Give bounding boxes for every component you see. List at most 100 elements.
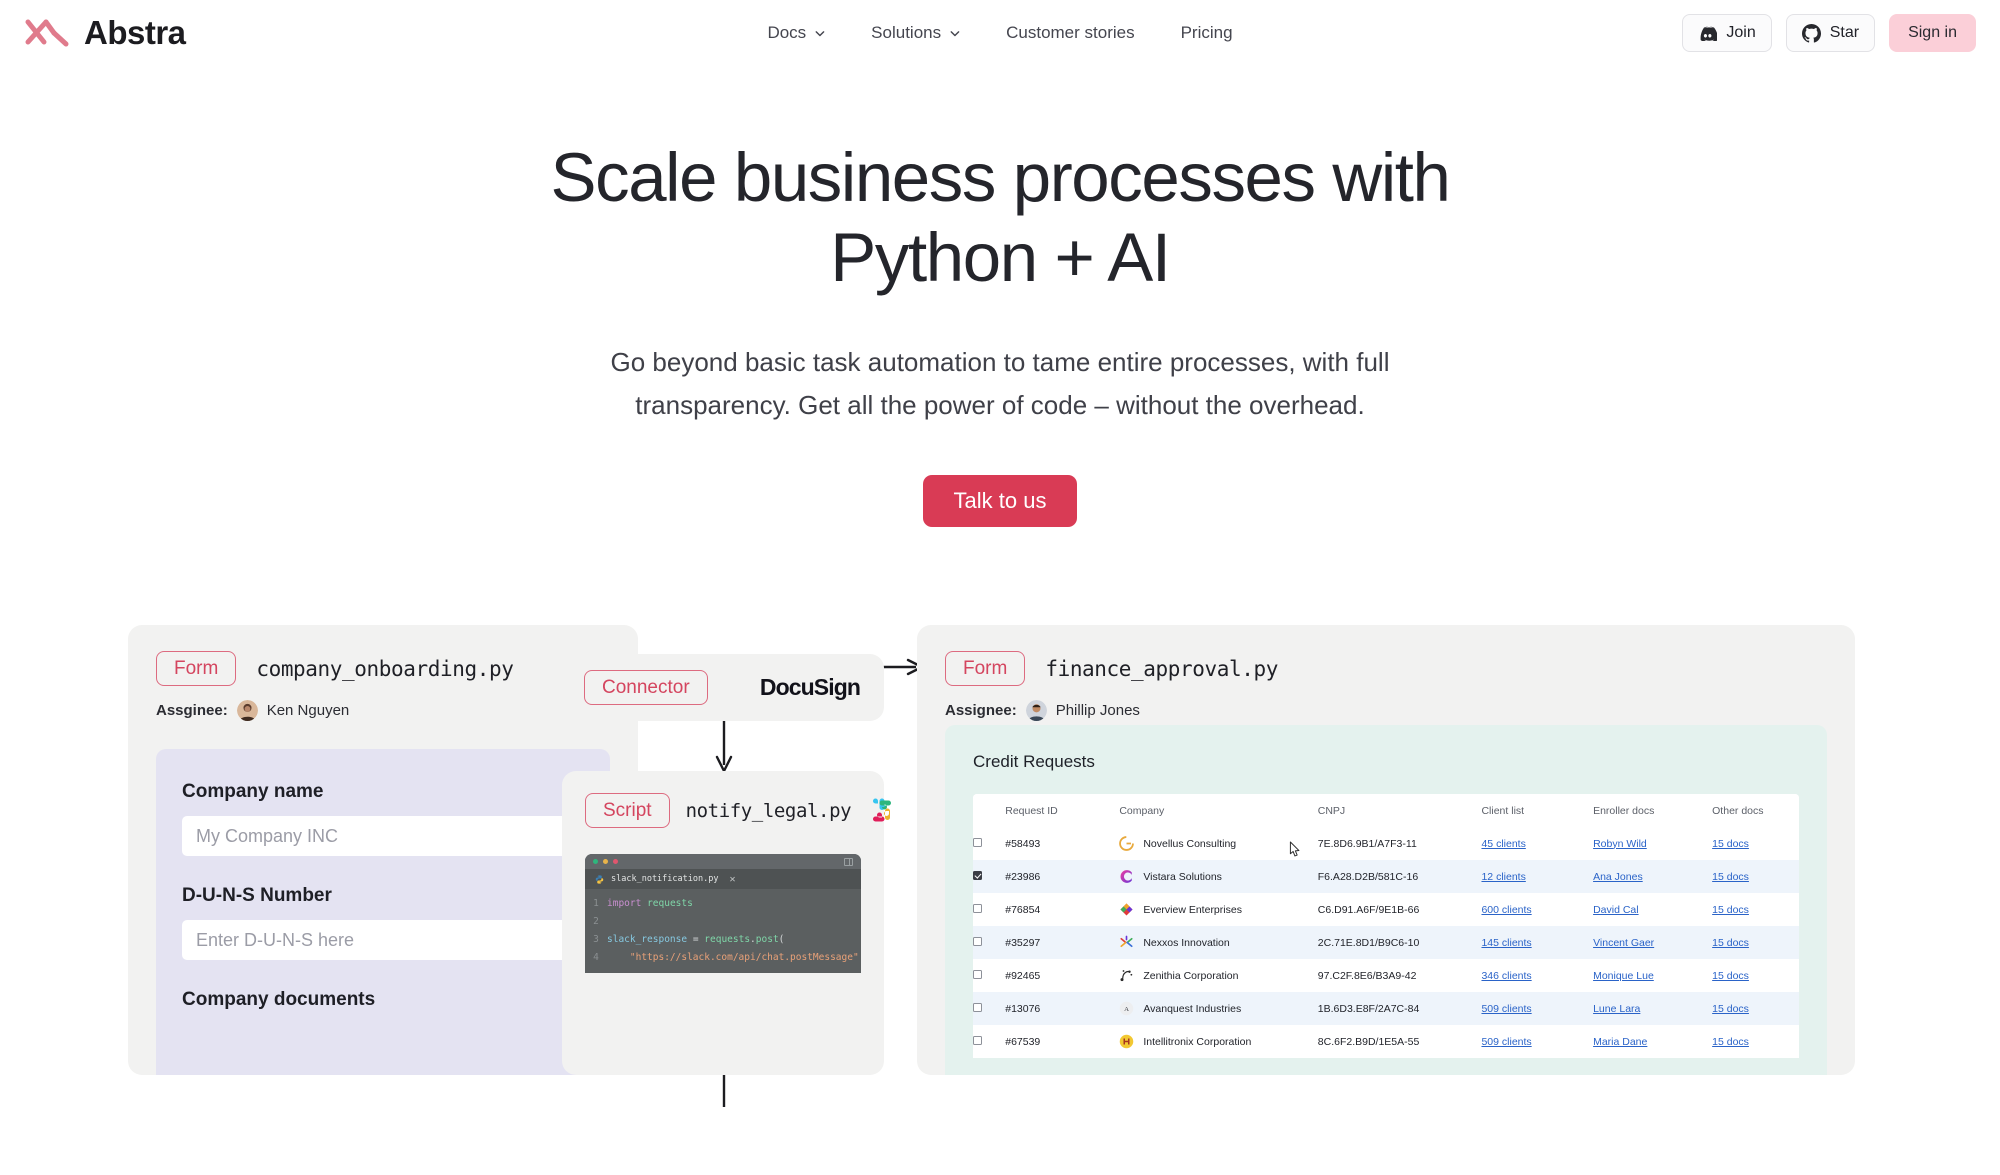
nav-link-customer-stories[interactable]: Customer stories: [1006, 23, 1134, 43]
row-checkbox[interactable]: [973, 837, 982, 847]
cell-enroller-docs[interactable]: Vincent Gaer: [1593, 926, 1713, 959]
row-select-cell[interactable]: [973, 992, 1006, 1025]
enroller-link[interactable]: Robyn Wild: [1593, 838, 1647, 850]
row-checkbox[interactable]: [973, 969, 982, 979]
row-checkbox[interactable]: [973, 936, 982, 946]
cell-enroller-docs[interactable]: David Cal: [1593, 893, 1712, 926]
cell-enroller-docs[interactable]: Robyn Wild: [1593, 827, 1712, 860]
duns-number-input[interactable]: Enter D-U-N-S here: [182, 920, 584, 960]
company-name-input[interactable]: My Company INC: [182, 816, 584, 856]
enroller-link[interactable]: Vincent Gaer: [1593, 937, 1654, 949]
card-finance-approval[interactable]: Form finance_approval.py Assignee: Phill…: [917, 625, 1855, 1075]
cell-other-docs[interactable]: 15 docs: [1712, 893, 1799, 926]
editor-title-bar: [585, 854, 861, 869]
row-checkbox[interactable]: [973, 1002, 982, 1012]
github-icon: [1801, 23, 1821, 43]
cell-request-id: #35297: [1005, 926, 1120, 959]
cell-client-list[interactable]: 346 clients: [1481, 959, 1593, 992]
row-checkbox[interactable]: [973, 1035, 982, 1045]
talk-to-us-button[interactable]: Talk to us: [922, 475, 1078, 527]
table-row[interactable]: #67539 Intellitronix Corporation 8C.6F2.B9…: [973, 1025, 1799, 1058]
column-header-client-list: Client list: [1481, 794, 1594, 827]
company-name: Zenithia Corporation: [1143, 969, 1239, 982]
enroller-link[interactable]: Maria Dane: [1593, 1036, 1647, 1048]
cell-other-docs[interactable]: 15 docs: [1712, 992, 1799, 1025]
window-dot-yellow: [603, 859, 608, 864]
table-row[interactable]: #58493 Novellus Consulting 7E.8D6.9B1/A7F3…: [973, 827, 1799, 860]
card-connector-docusign[interactable]: Connector DocuSign: [562, 654, 884, 721]
client-list-link[interactable]: 509 clients: [1481, 1036, 1531, 1048]
client-list-link[interactable]: 600 clients: [1481, 904, 1531, 916]
client-list-link[interactable]: 45 clients: [1481, 838, 1525, 850]
code-editor-preview[interactable]: slack_notification.py ✕ 1 import requests…: [585, 854, 861, 973]
other-docs-link[interactable]: 15 docs: [1712, 871, 1749, 883]
enroller-link[interactable]: Monique Lue: [1593, 970, 1654, 982]
other-docs-link[interactable]: 15 docs: [1712, 970, 1749, 982]
row-checkbox[interactable]: [973, 903, 982, 913]
row-select-cell[interactable]: [973, 893, 1005, 926]
cell-request-id: #23986: [1005, 860, 1120, 893]
other-docs-link[interactable]: 15 docs: [1712, 1036, 1749, 1048]
row-select-cell[interactable]: [973, 926, 1006, 959]
cell-enroller-docs[interactable]: Maria Dane: [1593, 1025, 1712, 1058]
editor-tab[interactable]: slack_notification.py ✕: [585, 869, 861, 889]
other-docs-link[interactable]: 15 docs: [1712, 838, 1749, 850]
card-header: Form finance_approval.py: [917, 625, 1855, 686]
table-row[interactable]: #76854 Everview Enterprises C6.D91.A6F/9E1…: [973, 893, 1799, 926]
cell-client-list[interactable]: 12 clients: [1481, 860, 1594, 893]
cell-enroller-docs[interactable]: Monique Lue: [1593, 959, 1712, 992]
table-row[interactable]: #92465 Zenithia Corporation 97.C2F.8E6/B3A…: [973, 959, 1799, 992]
close-icon[interactable]: ✕: [729, 874, 735, 885]
sign-in-button[interactable]: Sign in: [1889, 14, 1976, 52]
split-pane-icon[interactable]: [844, 857, 853, 866]
table-row[interactable]: #23986 Vistara Solutions F6.A28.D2B/581C-1…: [973, 860, 1799, 893]
nav-link-docs[interactable]: Docs: [767, 23, 825, 43]
table-row[interactable]: #35297 Nexxos Innovation 2C.71E.8D1/B9C6-1…: [973, 926, 1799, 959]
cell-other-docs[interactable]: 15 docs: [1712, 827, 1799, 860]
row-select-cell[interactable]: [973, 827, 1005, 860]
cell-other-docs[interactable]: 15 docs: [1712, 1025, 1799, 1058]
cell-company: A Avanquest Industries: [1119, 992, 1318, 1025]
table-row[interactable]: #13076 A Avanquest Industries 1B.6D3.E8F/2A…: [973, 992, 1799, 1025]
assignee-label: Assignee:: [945, 702, 1017, 719]
enroller-link[interactable]: Ana Jones: [1593, 871, 1643, 883]
row-select-cell[interactable]: [973, 1025, 1005, 1058]
other-docs-link[interactable]: 15 docs: [1712, 904, 1749, 916]
client-list-link[interactable]: 346 clients: [1481, 970, 1531, 982]
cell-client-list[interactable]: 45 clients: [1481, 827, 1593, 860]
credit-requests-table[interactable]: Request ID Company CNPJ Client list Enro…: [973, 794, 1799, 1058]
cell-client-list[interactable]: 509 clients: [1481, 1025, 1593, 1058]
card-script-notify-legal[interactable]: Script notify_legal.py slack_notificatio…: [562, 771, 892, 1075]
company-name: Vistara Solutions: [1143, 870, 1222, 883]
cell-client-list[interactable]: 145 clients: [1481, 926, 1594, 959]
cell-cnpj: 7E.8D6.9B1/A7F3-11: [1317, 837, 1417, 850]
join-discord-button[interactable]: Join: [1682, 14, 1772, 52]
cell-client-list[interactable]: 509 clients: [1481, 992, 1594, 1025]
cell-company: Zenithia Corporation: [1119, 959, 1317, 992]
brand-logo[interactable]: Abstra: [24, 14, 186, 52]
company-name: Intellitronix Corporation: [1143, 1035, 1252, 1048]
cell-enroller-docs[interactable]: Ana Jones: [1593, 860, 1713, 893]
cell-client-list[interactable]: 600 clients: [1481, 893, 1593, 926]
column-header-enroller-docs: Enroller docs: [1593, 794, 1713, 827]
nav-link-pricing[interactable]: Pricing: [1181, 23, 1233, 43]
row-select-cell[interactable]: [973, 860, 1006, 893]
cell-enroller-docs[interactable]: Lune Lara: [1593, 992, 1713, 1025]
client-list-link[interactable]: 12 clients: [1481, 871, 1525, 883]
nav-link-solutions[interactable]: Solutions: [871, 23, 960, 43]
client-list-link[interactable]: 509 clients: [1481, 1003, 1531, 1015]
enroller-link[interactable]: David Cal: [1593, 904, 1639, 916]
card-header: Script notify_legal.py: [562, 771, 892, 828]
row-select-cell[interactable]: [973, 959, 1005, 992]
cell-other-docs[interactable]: 15 docs: [1712, 959, 1799, 992]
cell-cnpj: F6.A28.D2B/581C-16: [1317, 860, 1482, 893]
enroller-link[interactable]: Lune Lara: [1593, 1003, 1640, 1015]
other-docs-link[interactable]: 15 docs: [1712, 1003, 1749, 1015]
client-list-link[interactable]: 145 clients: [1481, 937, 1531, 949]
cell-other-docs[interactable]: 15 docs: [1712, 926, 1799, 959]
github-star-button[interactable]: Star: [1785, 14, 1876, 52]
other-docs-link[interactable]: 15 docs: [1712, 937, 1749, 949]
row-checkbox[interactable]: [973, 870, 982, 880]
cell-other-docs[interactable]: 15 docs: [1712, 860, 1799, 893]
hero-section: Scale business processes with Python + A…: [0, 66, 2000, 527]
